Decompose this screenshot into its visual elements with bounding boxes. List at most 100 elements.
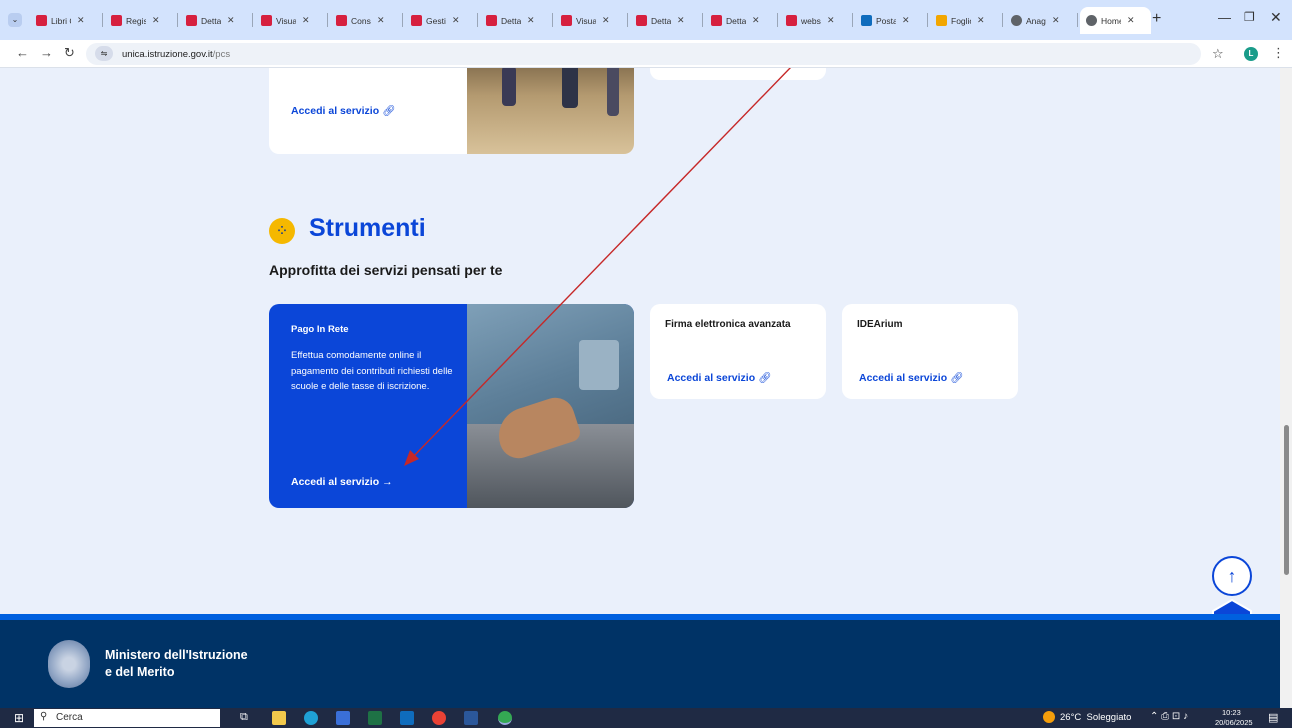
tab-close-icon[interactable]: ✕ [377, 15, 385, 26]
chrome-active-icon[interactable] [498, 711, 512, 725]
back-arrow-icon[interactable]: ← [16, 45, 29, 60]
service-card-idearium[interactable]: IDEArium Accedi al servizio 🔗︎ [842, 304, 1018, 399]
browser-tab[interactable]: Consu ✕ [330, 7, 401, 34]
tab-favicon-icon [36, 15, 47, 26]
tab-close-icon[interactable]: ✕ [752, 15, 760, 26]
browser-tab[interactable]: Visual ✕ [555, 7, 626, 34]
tab-separator [252, 13, 253, 27]
browser-tab[interactable]: Visual ✕ [255, 7, 326, 34]
tab-close-icon[interactable]: ✕ [227, 15, 235, 26]
tab-close-icon[interactable]: ✕ [827, 15, 835, 26]
featured-link[interactable]: Accedi al servizio → [291, 476, 393, 488]
card-title: IDEArium [857, 319, 903, 330]
section-title: Strumenti [309, 214, 426, 242]
tab-close-icon[interactable]: ✕ [902, 15, 910, 26]
forward-arrow-icon[interactable]: → [40, 45, 53, 60]
tab-favicon-icon [261, 15, 272, 26]
browser-tab[interactable]: Anag ✕ [1005, 7, 1076, 34]
browser-tab[interactable]: Home ✕ [1080, 7, 1151, 34]
browser-tab[interactable]: Posta ✕ [855, 7, 926, 34]
tab-separator [927, 13, 928, 27]
tab-close-icon[interactable]: ✕ [152, 15, 160, 26]
tab-close-icon[interactable]: ✕ [602, 15, 610, 26]
tab-favicon-icon [1011, 15, 1022, 26]
tab-title: Visual [276, 15, 296, 26]
browser-tab[interactable]: Regis ✕ [105, 7, 176, 34]
tab-title: Detta [726, 15, 746, 26]
top-card-link[interactable]: Accedi al servizio 🔗︎ [291, 104, 395, 117]
card-link[interactable]: Accedi al servizio 🔗︎ [667, 371, 771, 384]
browser-tab[interactable]: Detta ✕ [630, 7, 701, 34]
browser-tab[interactable]: Gestic ✕ [405, 7, 476, 34]
featured-title: Pago In Rete [291, 324, 349, 335]
profile-avatar[interactable]: L [1244, 47, 1258, 61]
browser-tab[interactable]: Libri C ✕ [30, 7, 101, 34]
close-window-button[interactable]: ✕ [1270, 9, 1282, 26]
tab-close-icon[interactable]: ✕ [527, 15, 535, 26]
browser-tab[interactable]: Detta ✕ [180, 7, 251, 34]
browser-tab[interactable]: Detta ✕ [705, 7, 776, 34]
edge-icon[interactable] [304, 711, 318, 725]
tab-close-icon[interactable]: ✕ [1127, 15, 1135, 26]
scrollbar-thumb[interactable] [1284, 425, 1289, 575]
browser-tab[interactable]: Foglio ✕ [930, 7, 1001, 34]
tab-title: webs [801, 15, 821, 26]
restore-button[interactable]: ❐ [1244, 10, 1255, 24]
taskbar-search-placeholder: Cerca [56, 712, 83, 723]
tab-separator [777, 13, 778, 27]
tab-close-icon[interactable]: ✕ [452, 15, 460, 26]
task-view-icon[interactable]: ⧉ [240, 711, 248, 724]
browser-tab[interactable]: webs ✕ [780, 7, 851, 34]
top-service-card: Accedi al servizio 🔗︎ [269, 68, 634, 154]
footer-ministry-line2[interactable]: e del Merito [105, 665, 174, 679]
url-path: /pcs [212, 49, 231, 60]
minimize-button[interactable]: — [1218, 10, 1231, 25]
tab-title: Consu [351, 15, 371, 26]
bookmark-star-icon[interactable]: ☆ [1212, 46, 1224, 62]
browser-toolbar: ← → ↻ ⇋ unica.istruzione.gov.it/pcs ☆ L … [0, 40, 1292, 68]
clock-date[interactable]: 20/06/2025 [1215, 718, 1253, 727]
tab-favicon-icon [561, 15, 572, 26]
address-bar[interactable] [86, 43, 1201, 65]
notifications-icon[interactable]: ▤ [1268, 711, 1278, 724]
service-card-firma[interactable]: Firma elettronica avanzata Accedi al ser… [650, 304, 826, 399]
tab-separator [402, 13, 403, 27]
windows-start-icon[interactable]: ⊞ [14, 711, 24, 725]
taskbar-search-box[interactable]: ⚲ Cerca [34, 709, 220, 727]
tab-favicon-icon [636, 15, 647, 26]
tray-icons[interactable]: ⌃ ⎙ ⊡ ♪ [1150, 711, 1188, 722]
footer-ministry-line1[interactable]: Ministero dell'Istruzione [105, 648, 248, 662]
tab-close-icon[interactable]: ✕ [977, 15, 985, 26]
new-tab-button[interactable]: + [1152, 10, 1161, 28]
tab-favicon-icon [936, 15, 947, 26]
link-icon: 🔗︎ [382, 105, 396, 117]
site-info-icon[interactable]: ⇋ [95, 46, 113, 61]
store-icon[interactable] [336, 711, 350, 725]
browser-menu-icon[interactable]: ⋮ [1272, 45, 1285, 61]
page-content: Accedi al servizio 🔗︎ ⁘ Strumenti Approf… [0, 68, 1280, 708]
tab-close-icon[interactable]: ✕ [677, 15, 685, 26]
tab-separator [1077, 13, 1078, 27]
card-link[interactable]: Accedi al servizio 🔗︎ [859, 371, 963, 384]
excel-icon[interactable] [368, 711, 382, 725]
tab-separator [552, 13, 553, 27]
tab-favicon-icon [411, 15, 422, 26]
word-icon[interactable] [464, 711, 478, 725]
chrome-icon[interactable] [432, 711, 446, 725]
link-icon: 🔗︎ [950, 372, 964, 384]
tab-close-icon[interactable]: ✕ [302, 15, 310, 26]
outlook-icon[interactable] [400, 711, 414, 725]
tab-close-icon[interactable]: ✕ [1052, 15, 1060, 26]
tab-close-icon[interactable]: ✕ [77, 15, 85, 26]
clock-time[interactable]: 10:23 [1222, 708, 1241, 717]
back-to-top-button[interactable]: ↑ [1212, 556, 1252, 596]
tab-search-icon[interactable]: ⌄ [8, 13, 22, 27]
browser-tab[interactable]: Detta ✕ [480, 7, 551, 34]
tab-separator [477, 13, 478, 27]
weather-text[interactable]: 26°C Soleggiato [1060, 712, 1131, 723]
tab-favicon-icon [186, 15, 197, 26]
page-scrollbar[interactable] [1280, 68, 1292, 708]
reload-icon[interactable]: ↻ [64, 45, 75, 61]
pago-in-rete-card[interactable]: Pago In Rete Effettua comodamente online… [269, 304, 634, 508]
file-explorer-icon[interactable] [272, 711, 286, 725]
